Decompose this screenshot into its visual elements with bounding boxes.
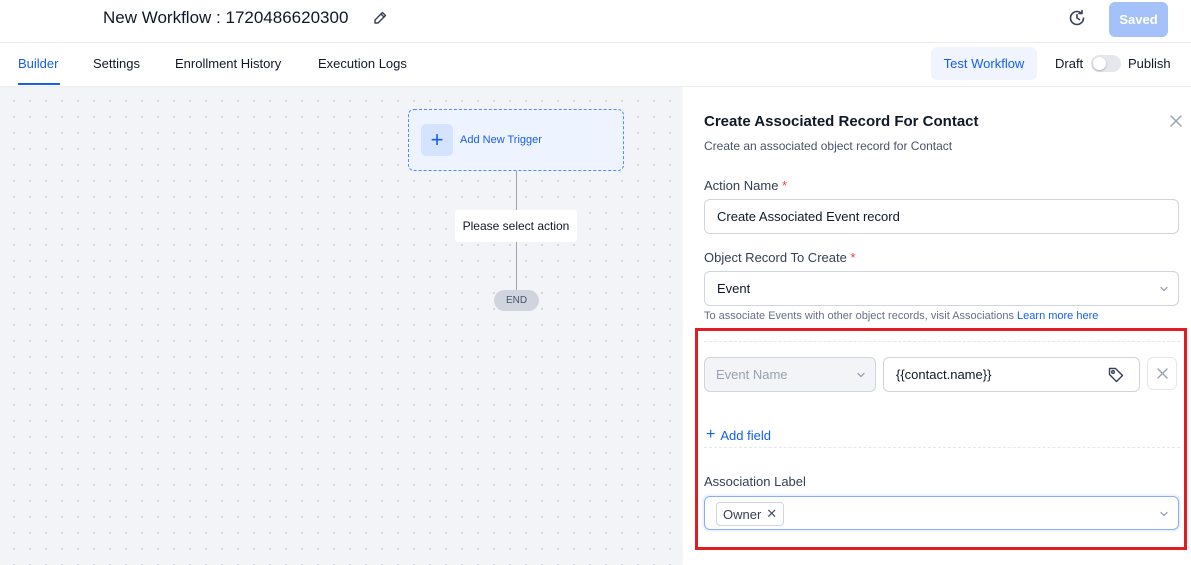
close-icon[interactable] — [1168, 113, 1184, 129]
chevron-down-icon — [1160, 286, 1168, 292]
chevron-down-icon — [1160, 511, 1168, 517]
publish-toggle[interactable] — [1091, 55, 1121, 72]
publish-label: Publish — [1128, 56, 1171, 71]
add-field-button[interactable]: + Add field — [706, 427, 771, 443]
top-bar: New Workflow : 1720486620300 Saved — [0, 0, 1191, 43]
test-workflow-button[interactable]: Test Workflow — [931, 47, 1037, 80]
action-node[interactable]: Please select action — [455, 210, 577, 242]
tab-bar: Builder Settings Enrollment History Exec… — [0, 43, 1191, 87]
toggle-knob — [1093, 57, 1106, 70]
tab-enrollment-history[interactable]: Enrollment History — [175, 56, 281, 71]
tab-settings[interactable]: Settings — [93, 56, 140, 71]
divider — [704, 341, 1180, 342]
field-value-input[interactable]: {{contact.name}} — [883, 357, 1140, 392]
panel-subtitle: Create an associated object record for C… — [704, 139, 953, 153]
action-config-panel: Create Associated Record For Contact Cre… — [683, 87, 1191, 565]
plus-icon: + — [706, 426, 716, 443]
add-trigger-label: Add New Trigger — [460, 134, 542, 146]
connector-line — [516, 171, 517, 210]
tab-builder[interactable]: Builder — [18, 56, 58, 71]
action-name-input[interactable]: Create Associated Event record — [704, 199, 1179, 234]
end-node: END — [494, 290, 539, 311]
history-icon[interactable] — [1068, 9, 1086, 27]
tab-execution-logs[interactable]: Execution Logs — [318, 56, 407, 71]
chevron-down-icon — [857, 372, 865, 378]
tag-icon[interactable] — [1107, 366, 1125, 384]
field-name-placeholder: Event Name — [716, 367, 788, 382]
learn-more-link[interactable]: Learn more here — [1017, 310, 1098, 322]
action-name-label: Action Name * — [704, 178, 788, 193]
association-label-select[interactable]: Owner ✕ — [704, 496, 1179, 530]
active-tab-indicator — [18, 83, 60, 85]
plus-icon: + — [421, 124, 453, 156]
associations-helper: To associate Events with other object re… — [704, 310, 1099, 322]
panel-title: Create Associated Record For Contact — [704, 113, 979, 130]
divider — [704, 447, 1180, 448]
remove-field-button[interactable] — [1147, 357, 1177, 390]
workflow-title: New Workflow : 1720486620300 — [103, 8, 349, 27]
close-icon[interactable]: ✕ — [766, 506, 777, 522]
workflow-canvas[interactable]: + Add New Trigger Please select action E… — [0, 87, 683, 565]
field-value-text: {{contact.name}} — [896, 367, 992, 382]
add-trigger-node[interactable]: + Add New Trigger — [408, 109, 624, 171]
saved-button[interactable]: Saved — [1109, 2, 1168, 37]
object-record-value: Event — [717, 281, 751, 296]
chip-label: Owner — [723, 506, 762, 522]
edit-icon[interactable] — [372, 10, 388, 26]
add-field-label: Add field — [720, 427, 771, 443]
object-record-select[interactable]: Event — [704, 271, 1179, 306]
field-name-select: Event Name — [704, 357, 876, 392]
close-icon — [1157, 368, 1168, 379]
connector-line — [516, 242, 517, 290]
association-chip: Owner ✕ — [716, 502, 785, 526]
draft-label: Draft — [1055, 56, 1084, 71]
object-record-label: Object Record To Create * — [704, 250, 856, 265]
association-label-heading: Association Label — [704, 474, 806, 489]
